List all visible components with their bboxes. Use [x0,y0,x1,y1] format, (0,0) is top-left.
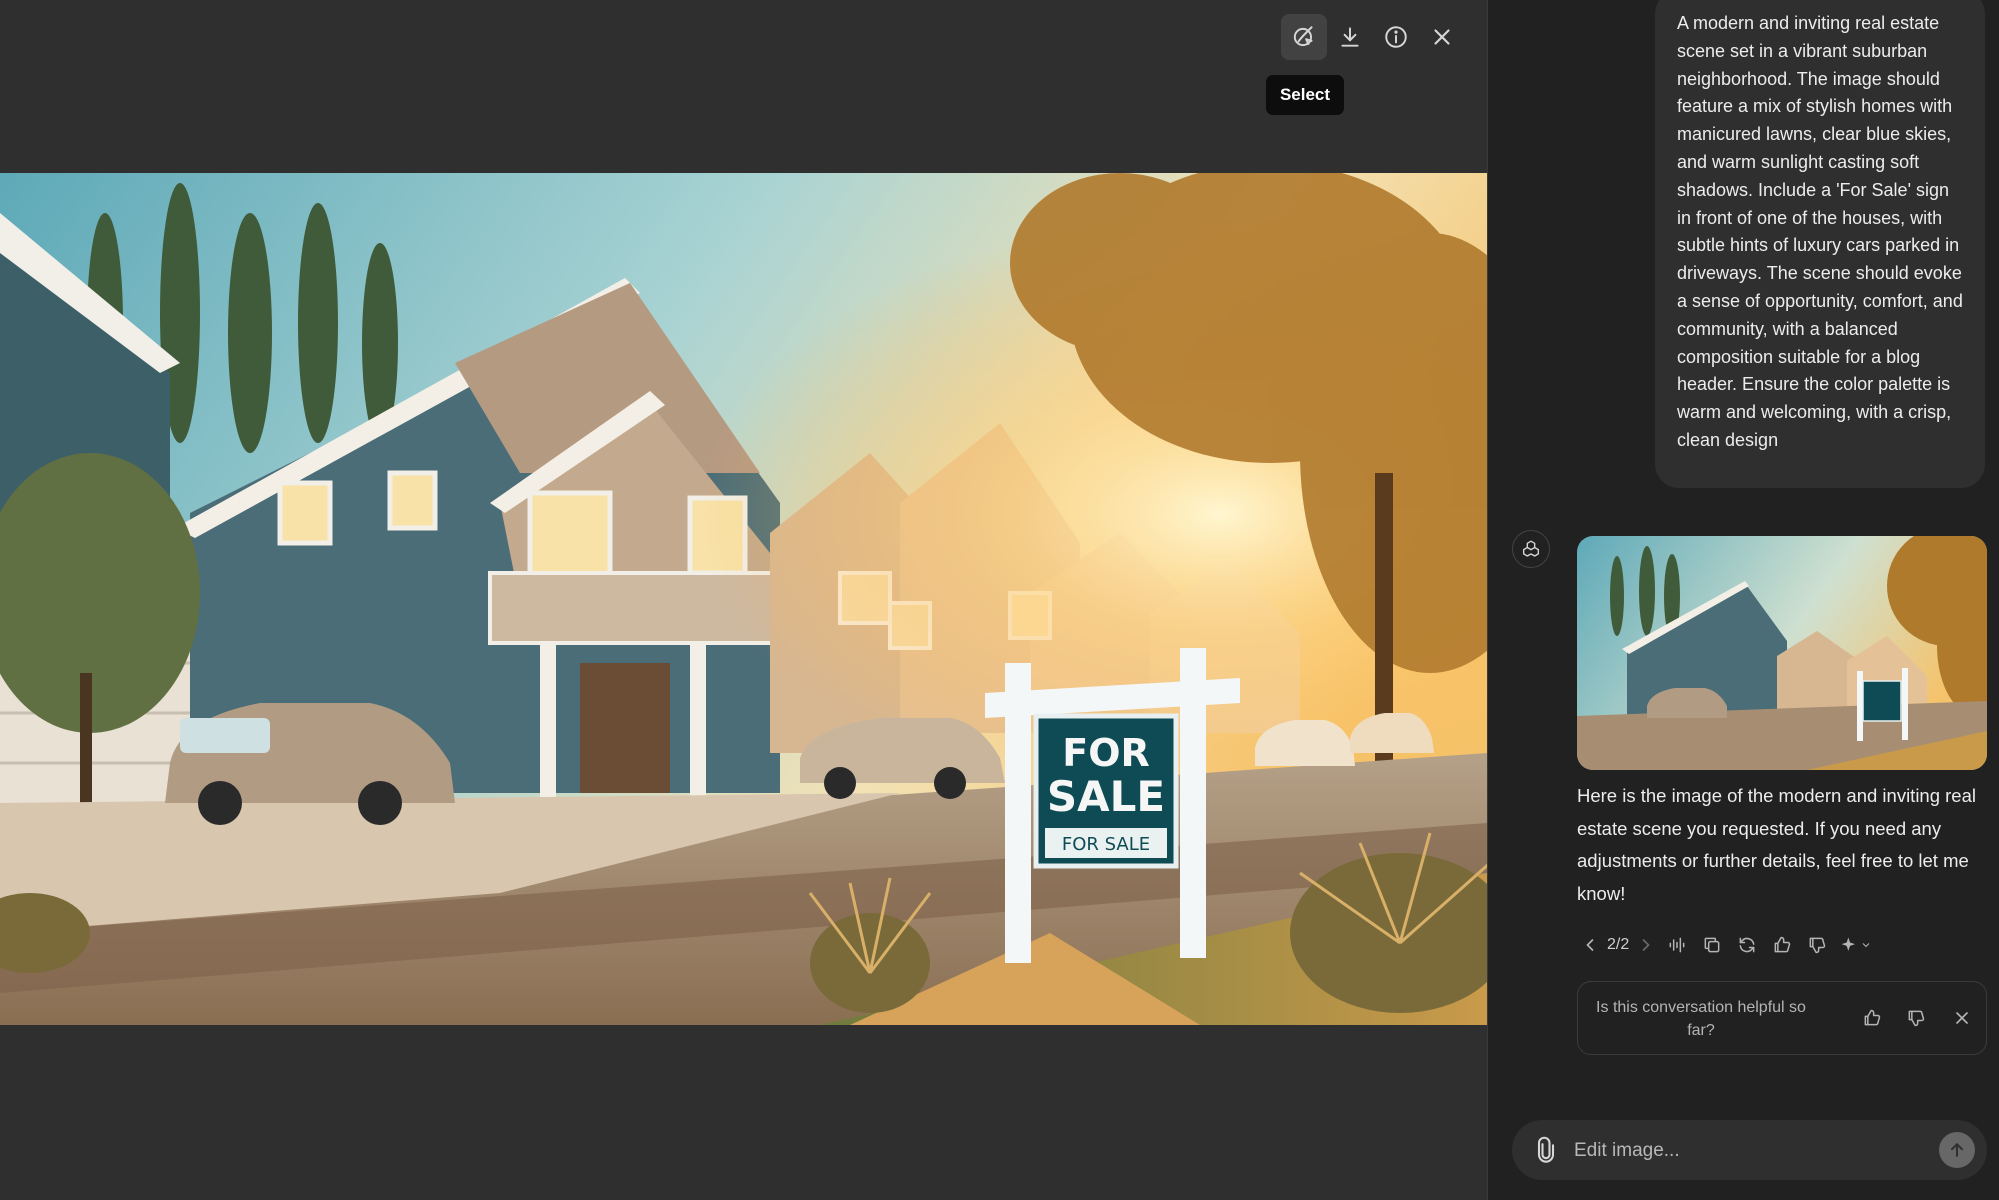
select-icon [1293,26,1313,47]
arrow-up-icon [1951,1143,1963,1157]
copy-icon [1704,937,1720,953]
sign-text-for: FOR [1062,731,1150,775]
model-switch-button[interactable] [1834,930,1878,960]
good-response-button[interactable] [1764,930,1799,960]
user-prompt-text: A modern and inviting real estate scene … [1677,13,1963,450]
select-tooltip: Select [1266,75,1344,115]
next-response-button[interactable] [1633,930,1659,960]
chevron-down-icon [1862,943,1870,948]
message-actions: 2/2 [1577,930,1878,960]
assistant-avatar [1512,530,1550,568]
select-button[interactable] [1281,14,1327,60]
thumbs-up-icon [1774,936,1790,953]
suburban-house-image: FOR SALE FOR SALE [0,173,1487,1025]
viewer-toolbar [1281,14,1465,60]
close-button[interactable] [1419,14,1465,60]
regenerate-button[interactable] [1729,930,1764,960]
paperclip-icon [1537,1136,1555,1163]
generated-image-thumbnail[interactable] [1577,536,1987,770]
sign-text-sale: SALE [1047,772,1165,821]
thumbs-down-icon [1908,1010,1925,1027]
chat-sidebar: A modern and inviting real estate scene … [1487,0,1999,1200]
refresh-icon [1739,937,1755,953]
feedback-thumbs-up-button[interactable] [1858,1004,1886,1032]
close-icon [1956,1012,1968,1024]
sign-text-for-sale: FOR SALE [1062,834,1150,855]
sparkle-icon [1841,937,1856,951]
copy-button[interactable] [1694,930,1729,960]
image-viewer: Select FOR SALE FOR SALE [0,0,1487,1200]
bad-response-button[interactable] [1799,930,1834,960]
chevron-right-icon [1642,939,1650,951]
assistant-reply: Here is the image of the modern and invi… [1577,785,1976,904]
edit-image-input[interactable] [1572,1132,1916,1170]
previous-response-button[interactable] [1577,930,1603,960]
generated-image[interactable]: FOR SALE FOR SALE [0,173,1487,1025]
send-button[interactable] [1939,1132,1975,1168]
edit-image-composer [1512,1120,1987,1180]
info-icon [1385,26,1407,48]
chevron-left-icon [1586,939,1594,951]
openai-logo-icon [1522,540,1540,557]
close-icon [1434,29,1450,45]
user-prompt-bubble: A modern and inviting real estate scene … [1655,0,1985,488]
read-aloud-button[interactable] [1659,930,1694,960]
info-button[interactable] [1373,14,1419,60]
conversation-feedback-card: Is this conversation helpful so far? [1577,981,1987,1055]
thumbs-down-icon [1809,937,1825,954]
response-pager: 2/2 [1607,936,1630,953]
attach-button[interactable] [1532,1136,1560,1164]
thumbnail-image [1577,536,1987,770]
download-icon [1341,27,1359,47]
download-button[interactable] [1327,14,1373,60]
thumbs-up-icon [1864,1009,1881,1026]
feedback-thumbs-down-button[interactable] [1902,1004,1930,1032]
feedback-question: Is this conversation helpful so far? [1596,999,1806,1039]
feedback-close-button[interactable] [1948,1004,1976,1032]
audio-wave-icon [1669,937,1685,953]
